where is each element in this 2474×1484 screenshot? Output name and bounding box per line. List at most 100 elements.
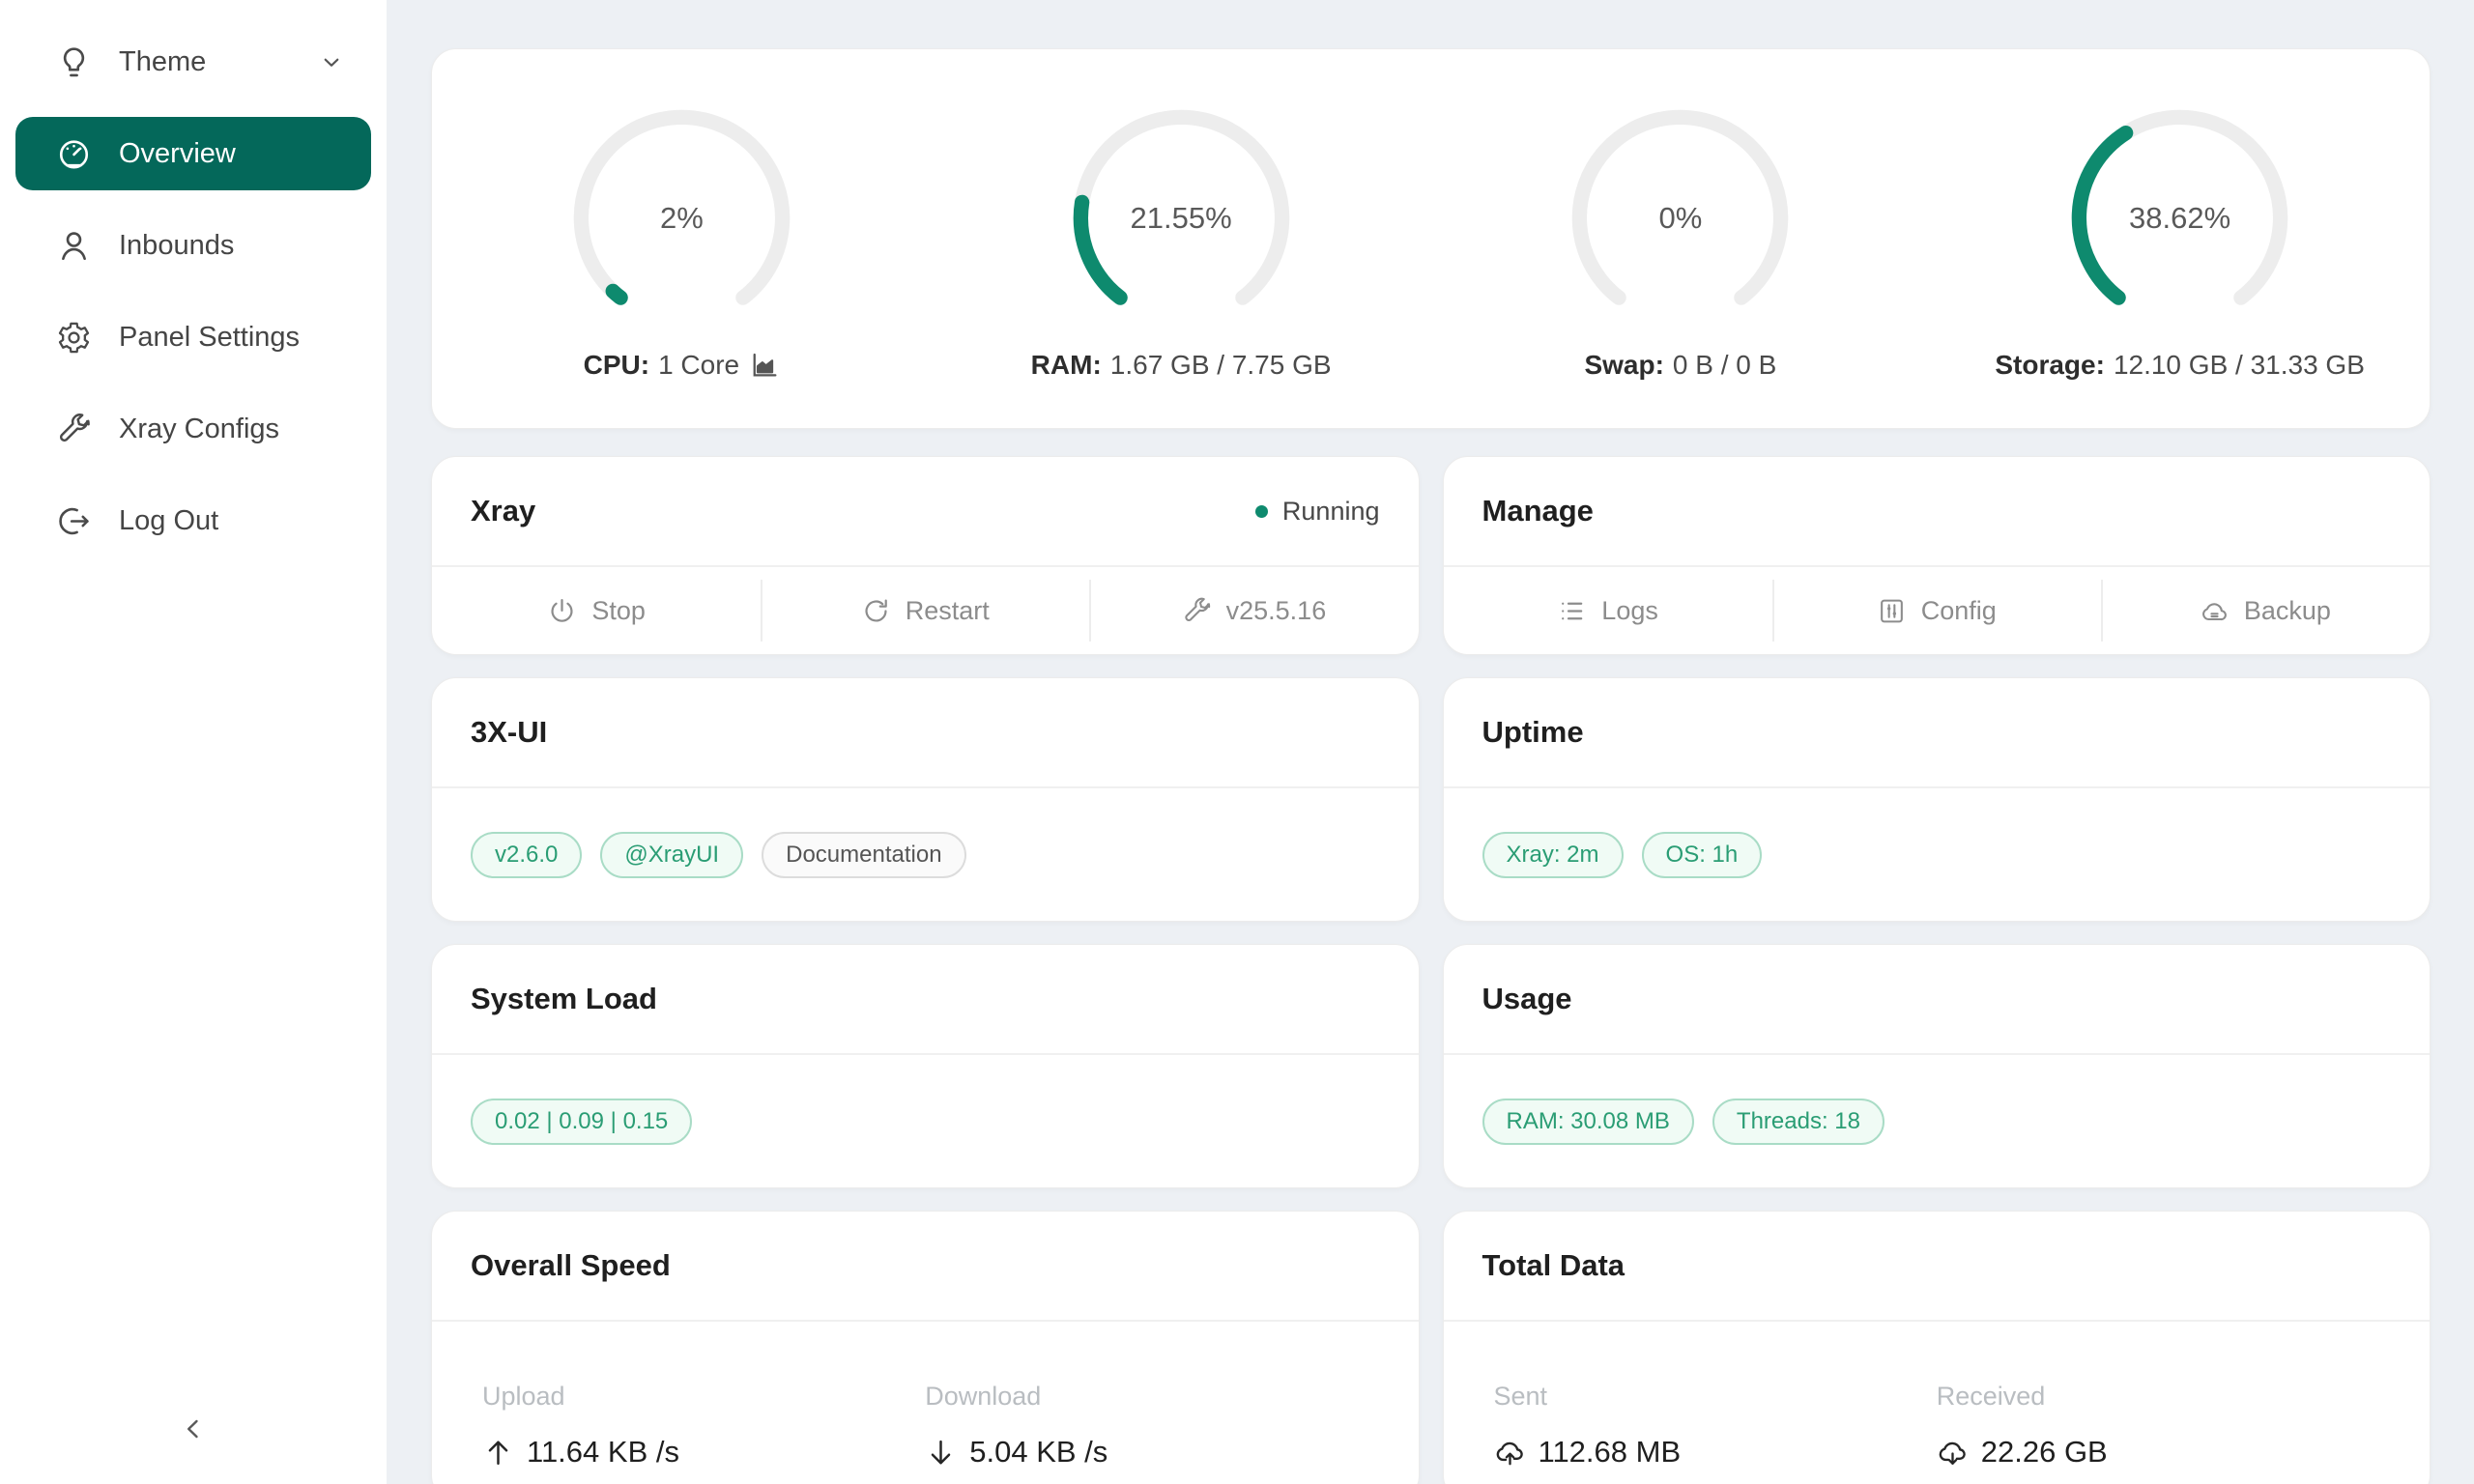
cloud-server-icon	[2200, 596, 2229, 626]
main-content: 2% CPU: 1 Core 21.55% RAM: 1.67 GB / 7.7…	[387, 0, 2474, 1484]
row-load-usage: System Load 0.02 | 0.09 | 0.15 Usage RAM…	[431, 944, 2431, 1188]
upload-column: Upload 11.64 KB /s	[482, 1322, 925, 1484]
logout-icon	[56, 503, 92, 539]
ram-gauge: 21.55%	[1063, 100, 1300, 336]
documentation-tag[interactable]: Documentation	[762, 832, 965, 878]
system-load-tags: 0.02 | 0.09 | 0.15	[432, 1055, 1419, 1187]
sidebar-item-log-out[interactable]: Log Out	[15, 484, 371, 557]
overall-speed-card: Overall Speed Upload 11.64 KB /s Downloa…	[431, 1211, 1420, 1484]
card-title: 3X-UI	[471, 715, 1380, 750]
wrench-icon	[1182, 596, 1212, 626]
gauge-cpu: 2% CPU: 1 Core	[432, 100, 932, 428]
sent-label: Sent	[1494, 1382, 1937, 1412]
power-icon	[547, 596, 577, 626]
sidebar-item-label: Log Out	[119, 505, 218, 537]
row-xray-manage: Xray Running Stop Restart	[431, 456, 2431, 655]
sidebar-item-overview[interactable]: Overview	[15, 117, 371, 190]
status-dot-icon	[1255, 505, 1268, 518]
card-title: Usage	[1482, 982, 2392, 1016]
received-label: Received	[1937, 1382, 2379, 1412]
version-tag[interactable]: v2.6.0	[471, 832, 582, 878]
received-column: Received 22.26 GB	[1937, 1322, 2379, 1484]
download-label: Download	[925, 1382, 1367, 1412]
row-speed-data: Overall Speed Upload 11.64 KB /s Downloa…	[431, 1211, 2431, 1484]
threads-tag: Threads: 18	[1712, 1099, 1884, 1145]
xray-card: Xray Running Stop Restart	[431, 456, 1420, 655]
ram-usage-tag: RAM: 30.08 MB	[1482, 1099, 1694, 1145]
load-average-tag: 0.02 | 0.09 | 0.15	[471, 1099, 692, 1145]
system-load-card-header: System Load	[432, 945, 1419, 1055]
chevron-left-icon	[178, 1413, 209, 1444]
arrow-down-icon	[925, 1437, 957, 1469]
cpu-gauge-percent: 2%	[563, 100, 800, 336]
xray-card-header: Xray Running	[432, 457, 1419, 567]
card-title: Xray	[471, 494, 1255, 528]
gauge-storage: 38.62% Storage: 12.10 GB / 31.33 GB	[1930, 100, 2430, 428]
cloud-download-icon	[1937, 1437, 1969, 1469]
received-value: 22.26 GB	[1937, 1435, 2379, 1470]
xray-actions: Stop Restart v25.5.16	[432, 567, 1419, 654]
user-icon	[56, 228, 92, 264]
usage-card: Usage RAM: 30.08 MB Threads: 18	[1443, 944, 2431, 1188]
area-chart-icon[interactable]	[749, 350, 780, 381]
row-xui-uptime: 3X-UI v2.6.0 @XrayUI Documentation Uptim…	[431, 677, 2431, 922]
speed-columns: Upload 11.64 KB /s Download 5.04 KB /s	[432, 1322, 1419, 1484]
cpu-gauge: 2%	[563, 100, 800, 336]
download-column: Download 5.04 KB /s	[925, 1322, 1367, 1484]
config-button[interactable]: Config	[1772, 567, 2101, 654]
xui-card-header: 3X-UI	[432, 678, 1419, 788]
sidebar-item-inbounds[interactable]: Inbounds	[15, 209, 371, 282]
overall-speed-card-header: Overall Speed	[432, 1212, 1419, 1322]
system-stats-card: 2% CPU: 1 Core 21.55% RAM: 1.67 GB / 7.7…	[431, 48, 2431, 429]
xui-tags: v2.6.0 @XrayUI Documentation	[432, 788, 1419, 921]
sidebar-item-panel-settings[interactable]: Panel Settings	[15, 300, 371, 374]
xray-uptime-tag: Xray: 2m	[1482, 832, 1624, 878]
gear-icon	[56, 320, 92, 356]
stop-button[interactable]: Stop	[432, 567, 761, 654]
ram-gauge-caption: RAM: 1.67 GB / 7.75 GB	[1031, 350, 1332, 381]
backup-button[interactable]: Backup	[2101, 567, 2430, 654]
sent-value: 112.68 MB	[1494, 1435, 1937, 1470]
xrayui-tag[interactable]: @XrayUI	[600, 832, 743, 878]
card-title: Manage	[1482, 494, 2392, 528]
sidebar-item-label: Xray Configs	[119, 414, 279, 445]
sidebar-item-xray-configs[interactable]: Xray Configs	[15, 392, 371, 466]
ram-gauge-percent: 21.55%	[1063, 100, 1300, 336]
total-data-card: Total Data Sent 112.68 MB Received	[1443, 1211, 2431, 1484]
dashboard-icon	[56, 136, 92, 172]
sidebar-item-label: Theme	[119, 46, 206, 78]
sidebar-collapse-button[interactable]	[171, 1407, 216, 1451]
swap-gauge-caption: Swap: 0 B / 0 B	[1584, 350, 1776, 381]
sidebar: Theme Overview Inbounds Panel Settings X…	[0, 0, 387, 1484]
uptime-tags: Xray: 2m OS: 1h	[1444, 788, 2431, 921]
swap-gauge-percent: 0%	[1562, 100, 1798, 336]
usage-card-header: Usage	[1444, 945, 2431, 1055]
restart-button[interactable]: Restart	[761, 567, 1089, 654]
usage-tags: RAM: 30.08 MB Threads: 18	[1444, 1055, 2431, 1187]
storage-gauge-caption: Storage: 12.10 GB / 31.33 GB	[1995, 350, 2365, 381]
arrow-up-icon	[482, 1437, 514, 1469]
storage-gauge: 38.62%	[2061, 100, 2298, 336]
storage-gauge-percent: 38.62%	[2061, 100, 2298, 336]
card-title: Total Data	[1482, 1248, 2392, 1283]
wrench-icon	[56, 412, 92, 447]
upload-label: Upload	[482, 1382, 925, 1412]
sidebar-item-label: Panel Settings	[119, 322, 300, 354]
cpu-gauge-caption: CPU: 1 Core	[584, 350, 781, 381]
logs-button[interactable]: Logs	[1444, 567, 1772, 654]
xray-version-button[interactable]: v25.5.16	[1089, 567, 1418, 654]
uptime-card: Uptime Xray: 2m OS: 1h	[1443, 677, 2431, 922]
card-title: System Load	[471, 982, 1380, 1016]
sidebar-item-theme[interactable]: Theme	[15, 25, 371, 99]
sent-column: Sent 112.68 MB	[1494, 1322, 1937, 1484]
sidebar-item-label: Inbounds	[119, 230, 234, 262]
manage-actions: Logs Config Backup	[1444, 567, 2431, 654]
os-uptime-tag: OS: 1h	[1642, 832, 1763, 878]
manage-card: Manage Logs Config Backup	[1443, 456, 2431, 655]
gauge-ram: 21.55% RAM: 1.67 GB / 7.75 GB	[932, 100, 1431, 428]
cloud-upload-icon	[1494, 1437, 1526, 1469]
uptime-card-header: Uptime	[1444, 678, 2431, 788]
swap-gauge: 0%	[1562, 100, 1798, 336]
card-title: Uptime	[1482, 715, 2392, 750]
chevron-down-icon	[317, 47, 346, 76]
